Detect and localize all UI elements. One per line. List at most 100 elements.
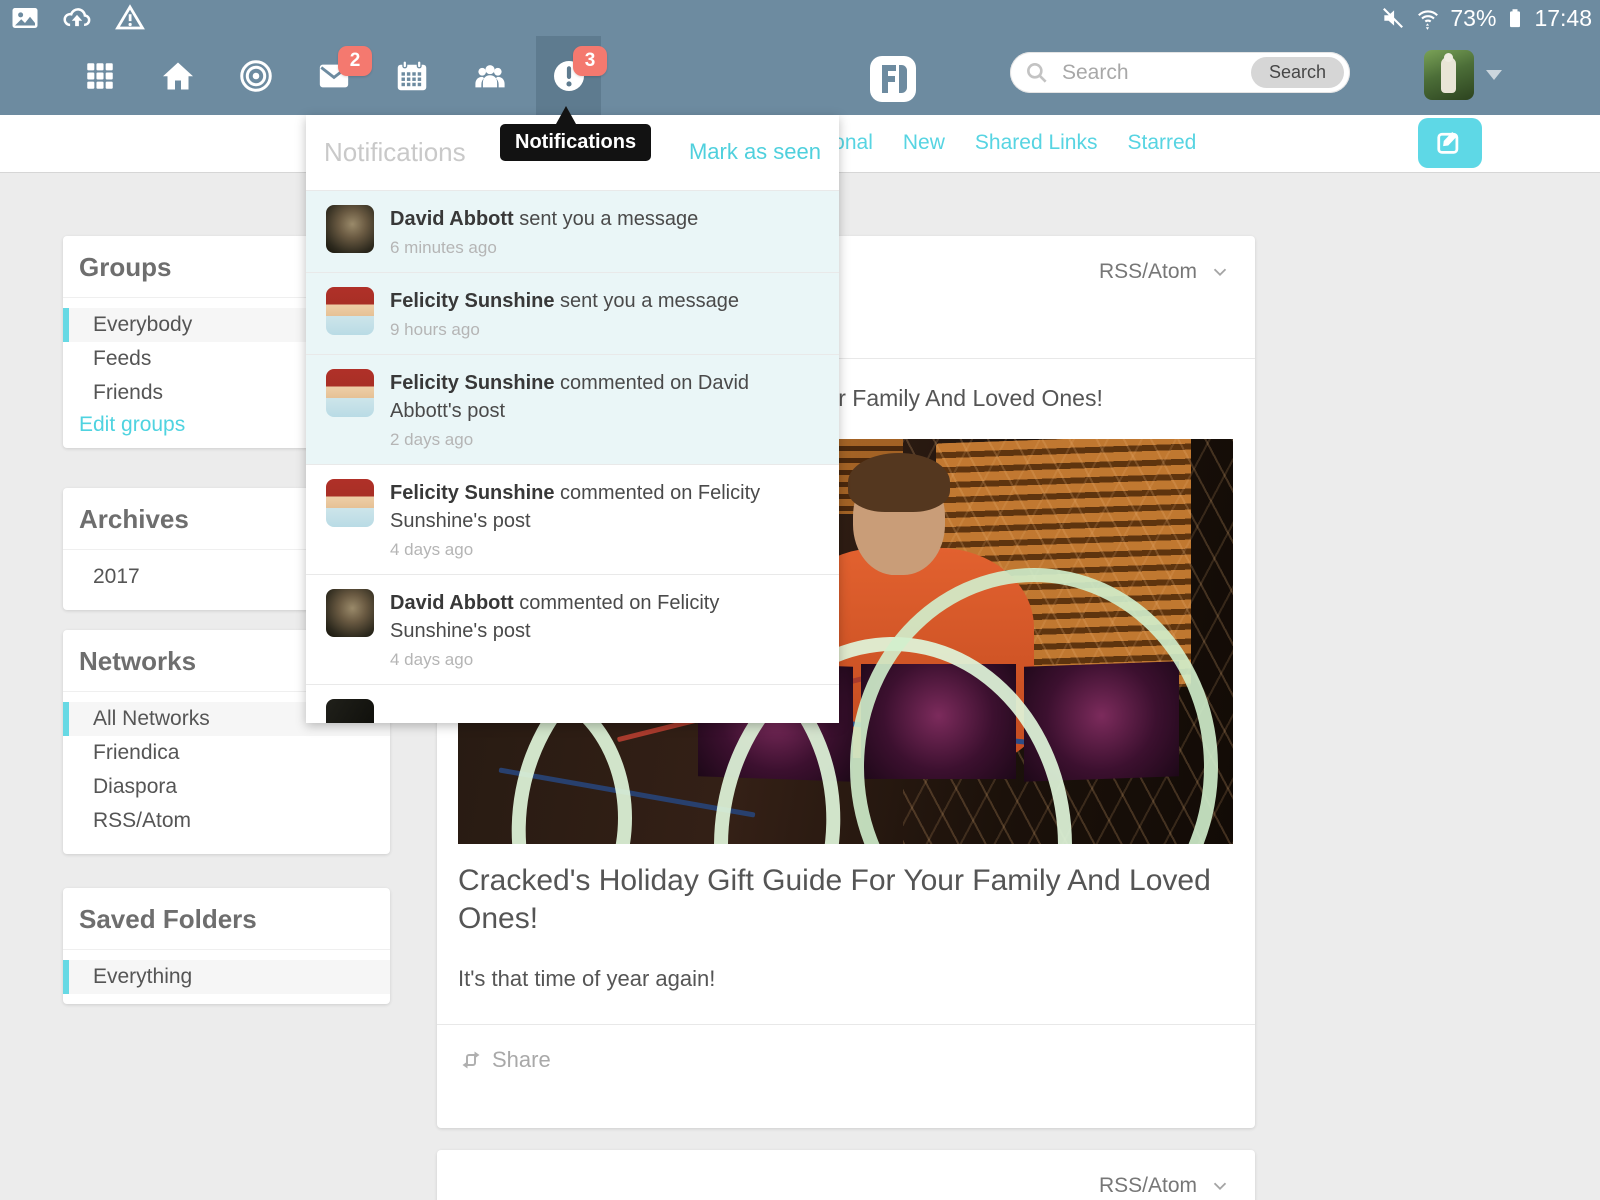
search-button[interactable]: Search: [1251, 57, 1344, 88]
network-item-diaspora[interactable]: Diaspora: [63, 770, 390, 804]
share-action[interactable]: Share: [458, 1047, 1255, 1073]
nav-events[interactable]: [388, 36, 436, 115]
notification-item[interactable]: Felicity Sunshine sent you a message 9 h…: [306, 272, 839, 354]
mute-icon: [1380, 5, 1406, 31]
folder-item-everything[interactable]: Everything: [63, 960, 390, 994]
notification-text: sent you a message: [514, 208, 699, 230]
notification-body: David Abbott sent you a message 6 minute…: [390, 205, 819, 258]
messages-badge: 2: [338, 46, 372, 76]
notification-actor: Felicity Sunshine: [390, 372, 554, 394]
notification-item[interactable]: David Abbott sent you a message 6 minute…: [306, 190, 839, 272]
compose-pencil-icon: [1435, 128, 1465, 158]
notification-text: sent you a message: [554, 290, 739, 312]
network-item-rss-atom[interactable]: RSS/Atom: [63, 804, 390, 838]
mark-as-seen-link[interactable]: Mark as seen: [689, 139, 821, 165]
main-nav-icons: 2 3: [76, 36, 622, 115]
contacts-icon: [471, 59, 509, 93]
search-input[interactable]: [1060, 60, 1244, 86]
battery-percent: 73%: [1450, 5, 1496, 32]
notifications-badge: 3: [573, 46, 607, 76]
post-source-label: RSS/Atom: [1099, 1174, 1197, 1198]
nav-apps[interactable]: [76, 36, 124, 115]
post-title[interactable]: Cracked's Holiday Gift Guide For Your Fa…: [458, 862, 1231, 938]
tab-shared-links[interactable]: Shared Links: [975, 131, 1098, 155]
notification-body: David Abbott commented on Felicity Sunsh…: [390, 589, 819, 670]
share-label: Share: [492, 1047, 551, 1073]
tab-starred[interactable]: Starred: [1127, 131, 1196, 155]
friendica-network-page: 73% 17:48 2: [0, 0, 1600, 1200]
saved-folders-card: Saved Folders Everything: [63, 888, 390, 1004]
notifications-title: Notifications: [324, 137, 466, 168]
notification-item[interactable]: [306, 684, 839, 723]
avatar: [326, 699, 374, 723]
avatar-david-abbott: [326, 589, 374, 637]
top-bar: 73% 17:48 2: [0, 0, 1600, 115]
notification-actor: Felicity Sunshine: [390, 482, 554, 504]
friendica-logo[interactable]: [870, 56, 916, 102]
notification-time: 4 days ago: [390, 540, 819, 560]
notification-item[interactable]: Felicity Sunshine commented on Felicity …: [306, 464, 839, 574]
notification-time: 6 minutes ago: [390, 238, 819, 258]
retweet-icon: [458, 1048, 484, 1072]
post-source[interactable]: RSS/Atom: [1099, 1174, 1231, 1198]
notification-body: [390, 699, 819, 723]
notification-actor: David Abbott: [390, 208, 514, 230]
image-shape: [853, 463, 945, 575]
notification-time: 9 hours ago: [390, 320, 819, 340]
avatar-image-shape: [1441, 57, 1456, 93]
notification-item[interactable]: Felicity Sunshine commented on David Abb…: [306, 354, 839, 464]
target-icon: [238, 58, 274, 94]
notification-time: 4 days ago: [390, 650, 819, 670]
post-source-label: RSS/Atom: [1099, 260, 1197, 284]
android-status-bar: 73% 17:48: [0, 0, 1600, 36]
compose-button[interactable]: [1418, 118, 1482, 168]
divider: [437, 1024, 1255, 1025]
tab-new[interactable]: New: [903, 131, 945, 155]
notification-time: 2 days ago: [390, 430, 819, 450]
warning-icon: [114, 3, 146, 33]
screenshot-icon: [10, 3, 40, 33]
user-avatar[interactable]: [1424, 50, 1474, 100]
network-item-friendica[interactable]: Friendica: [63, 736, 390, 770]
avatar-david-abbott: [326, 205, 374, 253]
notifications-dropdown: Notifications Mark as seen David Abbott …: [306, 115, 839, 723]
status-left-icons: [10, 3, 146, 33]
avatar-felicity-sunshine: [326, 369, 374, 417]
notifications-tooltip: Notifications: [500, 124, 651, 161]
user-menu-caret-icon[interactable]: [1486, 70, 1502, 80]
notification-actor: David Abbott: [390, 592, 514, 614]
notification-body: Felicity Sunshine commented on Felicity …: [390, 479, 819, 560]
apps-grid-icon: [83, 59, 117, 93]
saved-folders-list: Everything: [63, 950, 390, 1006]
friendica-logo-glyph: [870, 56, 916, 102]
nav-contacts[interactable]: [466, 36, 514, 115]
notification-item[interactable]: David Abbott commented on Felicity Sunsh…: [306, 574, 839, 684]
status-right-cluster: 73% 17:48: [1380, 0, 1592, 36]
nav-home[interactable]: [154, 36, 202, 115]
post-source[interactable]: RSS/Atom: [1099, 260, 1231, 284]
avatar-image-shape: [1444, 53, 1453, 62]
clock: 17:48: [1534, 5, 1592, 32]
calendar-icon: [394, 58, 430, 94]
nav-notifications[interactable]: 3: [536, 36, 601, 115]
chevron-down-icon: [1209, 1175, 1231, 1197]
search-bar: Search: [1010, 52, 1350, 93]
battery-icon: [1505, 5, 1525, 31]
nav-messages[interactable]: 2: [310, 36, 358, 115]
chevron-down-icon: [1209, 261, 1231, 283]
tabs: Personal New Shared Links Starred: [790, 115, 1196, 171]
avatar-felicity-sunshine: [326, 287, 374, 335]
saved-folders-title: Saved Folders: [63, 888, 390, 949]
notification-body: Felicity Sunshine commented on David Abb…: [390, 369, 819, 450]
search-icon: [1024, 60, 1050, 86]
post-body-text: It's that time of year again!: [458, 966, 1231, 992]
post-header: RSS/Atom: [437, 1150, 1255, 1200]
cloud-upload-icon: [60, 3, 94, 33]
nav-community[interactable]: [232, 36, 280, 115]
home-icon: [160, 58, 196, 94]
notification-actor: Felicity Sunshine: [390, 290, 554, 312]
tooltip-arrow: [556, 106, 576, 124]
post-card: RSS/Atom: [437, 1150, 1255, 1200]
avatar-felicity-sunshine: [326, 479, 374, 527]
wifi-icon: [1415, 5, 1441, 31]
